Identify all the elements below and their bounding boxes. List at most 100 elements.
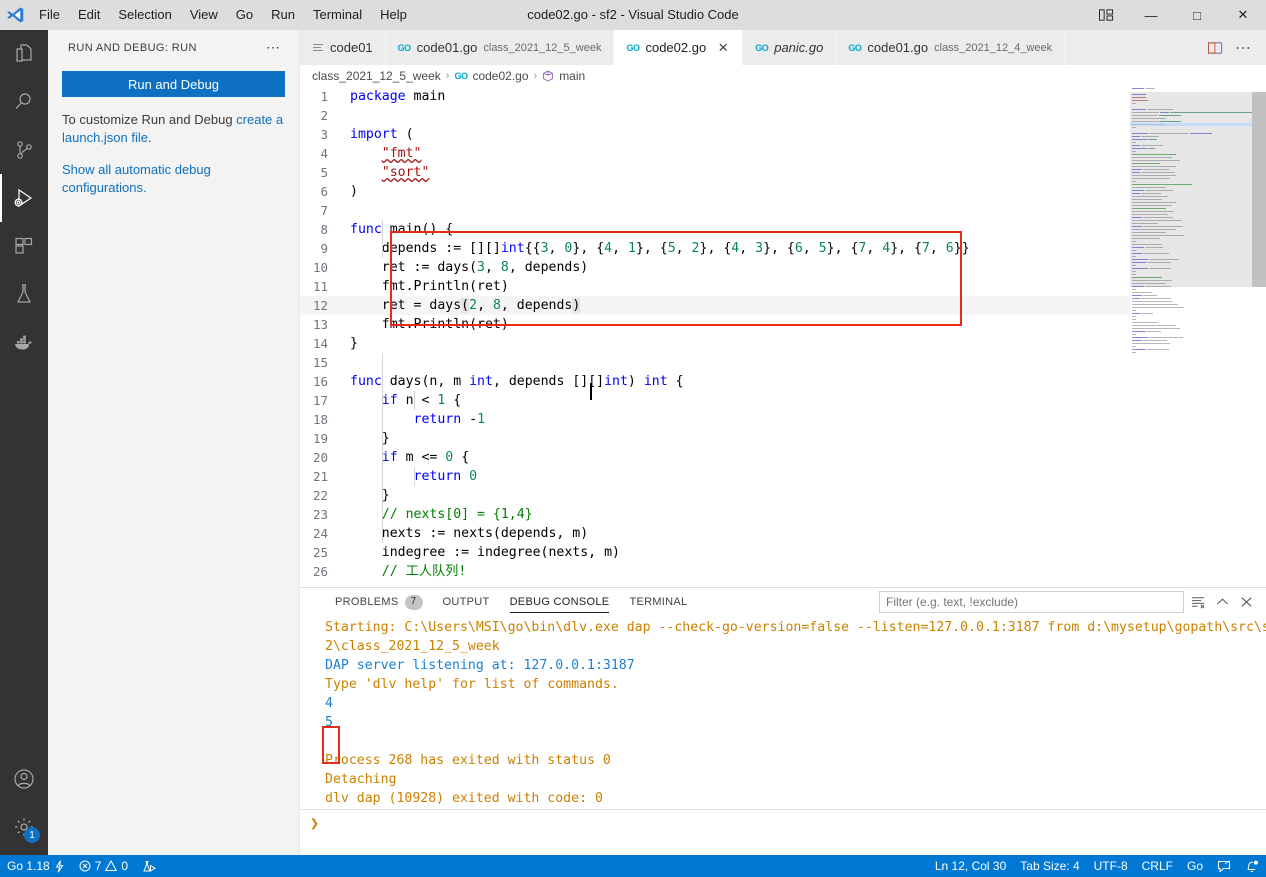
console-line: DAP server listening at: 127.0.0.1:3187: [325, 658, 635, 673]
menu-run[interactable]: Run: [262, 0, 304, 30]
feedback-icon[interactable]: [1210, 855, 1238, 877]
line-number: 7: [320, 203, 328, 218]
menu-edit[interactable]: Edit: [69, 0, 109, 30]
collapse-panel-icon[interactable]: [1212, 591, 1232, 613]
run-and-debug-icon[interactable]: [0, 174, 48, 222]
tab-label: code01.go: [416, 40, 478, 55]
editor-scrollbar-thumb[interactable]: [1252, 92, 1266, 287]
source-control-icon[interactable]: [0, 126, 48, 174]
line-text: nexts := nexts(depends, m): [350, 526, 589, 541]
status-go-test[interactable]: [135, 855, 163, 877]
status-cursor-position[interactable]: Ln 12, Col 30: [928, 855, 1013, 877]
show-automatic-debug-configurations-link[interactable]: Show all automatic debug configurations.: [62, 162, 211, 195]
sidebar-header: RUN AND DEBUG: RUN ⋯: [48, 30, 299, 65]
console-line: Starting: C:\Users\MSI\go\bin\dlv.exe da…: [325, 620, 1266, 635]
tab-code01-go-4week[interactable]: GO code01.go class_2021_12_4_week: [836, 30, 1066, 65]
split-editor-icon[interactable]: [1202, 30, 1228, 65]
tab-close-icon[interactable]: ✕: [716, 40, 730, 56]
extensions-icon[interactable]: [0, 222, 48, 270]
status-eol[interactable]: CRLF: [1135, 855, 1180, 877]
menu-selection[interactable]: Selection: [109, 0, 180, 30]
account-icon[interactable]: [0, 755, 48, 803]
status-tab-size[interactable]: Tab Size: 4: [1013, 855, 1086, 877]
menu-terminal[interactable]: Terminal: [304, 0, 371, 30]
line-text: import (: [350, 127, 414, 142]
tab-label: panic.go: [774, 40, 824, 55]
breadcrumb-item-folder[interactable]: class_2021_12_5_week: [312, 69, 441, 83]
line-text: }: [350, 488, 390, 503]
notifications-bell-icon[interactable]: [1238, 855, 1266, 877]
close-panel-icon[interactable]: [1236, 591, 1256, 613]
testing-icon[interactable]: [0, 270, 48, 318]
panel-tab-label: OUTPUT: [442, 596, 490, 608]
editor-layout-icon[interactable]: [1084, 0, 1128, 30]
search-icon[interactable]: [0, 78, 48, 126]
code-editor[interactable]: 1 package main 2 3 import ( 4 "fmt" 5 "sor…: [300, 87, 1266, 587]
console-line: Process 268 has exited with status 0: [325, 753, 611, 768]
debug-console-input-row[interactable]: ❯: [300, 809, 1266, 835]
more-actions-icon[interactable]: ⋯: [1230, 30, 1256, 65]
run-and-debug-sidebar: RUN AND DEBUG: RUN ⋯ Run and Debug To cu…: [48, 30, 300, 857]
go-file-icon: GO: [755, 42, 769, 53]
panel-tab-label: DEBUG CONSOLE: [509, 596, 610, 608]
problems-count-badge: 7: [404, 594, 423, 610]
status-language-mode[interactable]: Go: [1180, 855, 1210, 877]
tab-panic-go[interactable]: GO panic.go: [743, 30, 837, 65]
editor-scrollbar[interactable]: [1252, 87, 1266, 587]
filter-input[interactable]: [879, 591, 1184, 613]
console-line: Detaching: [325, 772, 397, 787]
menu-file[interactable]: File: [30, 0, 69, 30]
tab-problems[interactable]: PROBLEMS 7: [325, 588, 433, 616]
code-line: 10 ret := days(3, 8, depends): [300, 258, 1130, 277]
line-number: 23: [312, 507, 328, 522]
status-encoding[interactable]: UTF-8: [1087, 855, 1135, 877]
tab-output[interactable]: OUTPUT: [433, 588, 500, 616]
tab-code01-go-5week[interactable]: GO code01.go class_2021_12_5_week: [385, 30, 615, 65]
tab-label: code01: [330, 40, 373, 55]
clear-console-icon[interactable]: [1188, 591, 1208, 613]
line-number: 19: [312, 431, 328, 446]
sidebar-more-actions-icon[interactable]: ⋯: [266, 39, 287, 56]
status-problems[interactable]: 7 0: [72, 855, 135, 877]
breadcrumb-item-file[interactable]: code02.go: [472, 69, 528, 83]
line-text: func main() {: [350, 222, 454, 237]
minimap[interactable]: [1130, 87, 1252, 587]
line-number: 16: [312, 374, 328, 389]
close-button[interactable]: ✕: [1220, 0, 1266, 30]
docker-icon[interactable]: [0, 318, 48, 366]
tab-code02-go[interactable]: GO code02.go ✕: [614, 30, 744, 65]
tab-terminal[interactable]: TERMINAL: [619, 588, 697, 616]
code-lines[interactable]: 1 package main 2 3 import ( 4 "fmt" 5 "sor…: [300, 87, 1130, 587]
maximize-button[interactable]: □: [1174, 0, 1220, 30]
menu-help[interactable]: Help: [371, 0, 416, 30]
breadcrumb-item-symbol[interactable]: main: [559, 69, 585, 83]
line-text: if m <= 0 {: [381, 450, 470, 465]
go-version-label: Go 1.18: [7, 859, 50, 873]
line-number: 12: [312, 298, 328, 313]
beaker-run-icon: [142, 860, 157, 873]
minimize-button[interactable]: —: [1128, 0, 1174, 30]
tab-code01[interactable]: code01: [300, 30, 386, 65]
panel-tab-bar: PROBLEMS 7 OUTPUT DEBUG CONSOLE TERMINAL: [300, 588, 1266, 616]
run-and-debug-button[interactable]: Run and Debug: [62, 71, 285, 97]
code-line: 8 func main() {: [300, 220, 1130, 239]
menu-go[interactable]: Go: [227, 0, 262, 30]
chevron-right-icon: ›: [533, 70, 538, 82]
line-text: }: [350, 336, 358, 351]
code-line: 26 // 工人队列!: [300, 562, 1130, 581]
status-go-version[interactable]: Go 1.18: [0, 855, 72, 877]
gear-icon[interactable]: 1: [0, 803, 48, 851]
tab-debug-console[interactable]: DEBUG CONSOLE: [500, 588, 620, 616]
line-text: ): [350, 184, 358, 199]
explorer-icon[interactable]: [0, 30, 48, 78]
menu-view[interactable]: View: [181, 0, 227, 30]
debug-console-output[interactable]: Starting: C:\Users\MSI\go\bin\dlv.exe da…: [300, 616, 1266, 808]
minimap-slider[interactable]: [1130, 92, 1252, 287]
go-file-icon: GO: [848, 42, 862, 53]
line-text: // nexts[0] = {1,4}: [350, 507, 533, 522]
console-line: 5: [325, 715, 333, 730]
line-text: indegree := indegree(nexts, m): [350, 545, 620, 560]
vscode-logo-icon: [0, 0, 30, 30]
console-line: Type 'dlv help' for list of commands.: [325, 677, 619, 692]
line-number: 2: [320, 108, 328, 123]
